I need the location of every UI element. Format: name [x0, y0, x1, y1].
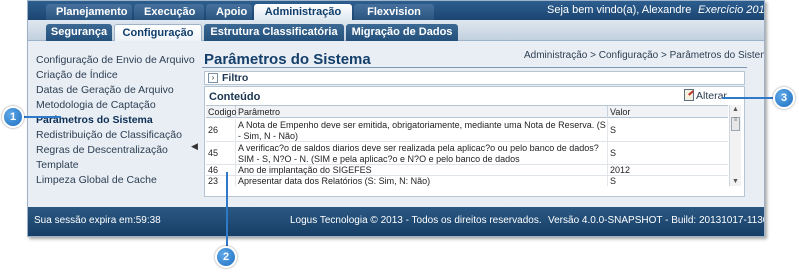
parameters-table: Codigo Parâmetro Valor 26 A Nota de Empe… [206, 105, 728, 186]
sidebar-item-configuracao-envio-arquivo[interactable]: Configuração de Envio de Arquivo [36, 54, 195, 66]
vertical-scrollbar[interactable]: ▲ ≡ ▼ [729, 105, 741, 186]
cell-parametro: A Nota de Empenho deve ser emitida, obri… [236, 119, 608, 141]
copyright-notice: Logus Tecnologia © 2013 - Todos os direi… [290, 215, 542, 226]
callout-3-connector [722, 97, 776, 99]
filter-label: Filtro [222, 72, 249, 84]
title-divider [202, 67, 747, 68]
sidebar-item-limpeza-global-cache[interactable]: Limpeza Global de Cache [36, 174, 157, 186]
top-navigation-bar: Planejamento Execução Apoio Administraçã… [28, 1, 764, 20]
expand-icon[interactable]: › [208, 73, 218, 83]
scroll-thumb[interactable]: ≡ [731, 117, 740, 131]
application-window: Planejamento Execução Apoio Administraçã… [27, 0, 765, 237]
tab-migracao-de-dados[interactable]: Migração de Dados [346, 24, 458, 41]
sidebar-item-datas-geracao-arquivo[interactable]: Datas de Geração de Arquivo [36, 84, 174, 96]
table-header: Codigo Parâmetro Valor [206, 106, 728, 118]
edit-icon [684, 89, 694, 101]
version-info: Versão 4.0.0-SNAPSHOT - Build: 20131017-… [548, 215, 765, 226]
table-row[interactable]: 45 A verificac?o de saldos diarios deve … [206, 142, 728, 165]
sidebar-item-metodologia-captacao[interactable]: Metodologia de Captação [36, 99, 156, 111]
tab-seguranca[interactable]: Segurança [46, 24, 112, 41]
page-title: Parâmetros do Sistema [204, 51, 371, 68]
cell-valor: S [610, 147, 617, 158]
exercise-year: Exercício 2013 [698, 4, 765, 16]
footer-bar: Sua sessão expira em:59:38 Logus Tecnolo… [28, 207, 764, 236]
scroll-up-icon[interactable]: ▲ [732, 106, 739, 113]
callout-marker-1: 1 [2, 106, 24, 128]
tab-configuracao[interactable]: Configuração [114, 24, 202, 41]
sidebar-item-regras-descentralizacao[interactable]: Regras de Descentralização [36, 144, 168, 156]
sub-navigation-bar: Segurança Configuração Estrutura Classif… [28, 20, 764, 41]
sidebar: Configuração de Envio de Arquivo Criação… [28, 42, 198, 207]
table-row[interactable]: 46 Ano de implantação do SIGEFES 2012 [206, 165, 728, 176]
callout-marker-3: 3 [773, 87, 795, 109]
cell-codigo: 46 [206, 165, 236, 175]
sidebar-item-redistribuicao-classificacao[interactable]: Redistribuição de Classificação [36, 129, 182, 141]
scroll-down-icon[interactable]: ▼ [732, 178, 739, 185]
tab-apoio[interactable]: Apoio [206, 4, 252, 20]
breadcrumb: Administração > Configuração > Parâmetro… [524, 50, 765, 61]
column-header-codigo[interactable]: Codigo [206, 106, 237, 118]
welcome-message: Seja bem vindo(a), Alexandre [547, 4, 692, 16]
column-header-parametro[interactable]: Parâmetro [236, 106, 608, 118]
sidebar-item-criacao-indice[interactable]: Criação de Índice [36, 69, 118, 81]
tab-planejamento[interactable]: Planejamento [46, 4, 132, 20]
tab-estrutura-classificatoria[interactable]: Estrutura Classificatória [204, 24, 344, 41]
callout-marker-2: 2 [215, 246, 237, 268]
cell-parametro: Ano de implantação do SIGEFES [236, 165, 608, 175]
session-timer: Sua sessão expira em:59:38 [34, 215, 161, 226]
callout-2-connector [226, 172, 228, 248]
content-panel: Conteúdo Alterar Codigo Parâmetro Valor … [204, 86, 745, 197]
tab-flexvision[interactable]: Flexvision [354, 4, 434, 20]
cell-parametro: Apresentar data dos Relatórios (S: Sim, … [236, 176, 608, 186]
cell-valor: S [610, 124, 617, 135]
table-row[interactable]: 23 Apresentar data dos Relatórios (S: Si… [206, 176, 728, 186]
sidebar-item-template[interactable]: Template [36, 159, 79, 171]
filter-panel[interactable]: › Filtro [204, 71, 745, 85]
content-label: Conteúdo [209, 91, 261, 103]
cell-codigo: 45 [206, 142, 236, 164]
alter-button[interactable]: Alterar [684, 89, 727, 102]
cell-codigo: 26 [206, 119, 236, 141]
cell-valor: S [610, 176, 617, 186]
cell-parametro: A verificac?o de saldos diarios deve ser… [236, 142, 608, 164]
main-content: Parâmetros do Sistema Administração > Co… [196, 42, 764, 207]
alter-label: Alterar [696, 90, 727, 102]
callout-1-connector [24, 116, 61, 118]
column-header-valor[interactable]: Valor [608, 106, 728, 118]
tab-administracao[interactable]: Administração [254, 4, 352, 20]
table-row[interactable]: 26 A Nota de Empenho deve ser emitida, o… [206, 119, 728, 142]
tab-execucao[interactable]: Execução [134, 4, 204, 20]
cell-codigo: 23 [206, 176, 236, 186]
cell-valor: 2012 [610, 165, 631, 175]
